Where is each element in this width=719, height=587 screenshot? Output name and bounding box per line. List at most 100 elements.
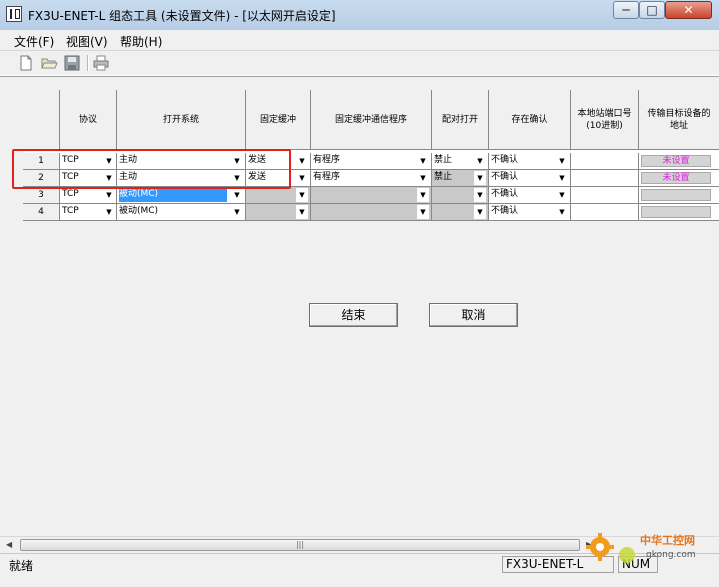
dest-address-button[interactable]: 未设置 bbox=[641, 155, 711, 167]
dropdown-arrow-icon[interactable]: ▼ bbox=[556, 205, 568, 219]
table-row: 4 TCP ▼ 被动(MC) ▼ ▼ ▼ ▼ 不确认 ▼ bbox=[23, 204, 719, 221]
menu-file[interactable]: 文件(F) bbox=[14, 33, 54, 50]
dropdown-arrow-icon[interactable]: ▼ bbox=[474, 171, 486, 185]
dest-address-cell bbox=[639, 204, 719, 221]
local-port-input[interactable] bbox=[571, 204, 639, 221]
fixed-buffer-comm-select[interactable]: ▼ bbox=[311, 204, 432, 221]
header-fixed-buffer-comm: 固定缓冲通信程序 bbox=[311, 90, 432, 150]
watermark-name: 中华工控网 bbox=[640, 533, 695, 547]
dest-address-button[interactable] bbox=[641, 206, 711, 218]
close-button[interactable]: ✕ bbox=[665, 1, 712, 19]
row-number: 4 bbox=[23, 204, 60, 221]
existence-confirm-value: 不确认 bbox=[491, 206, 519, 216]
existence-confirm-select[interactable]: 不确认 ▼ bbox=[489, 170, 571, 187]
new-file-icon[interactable] bbox=[17, 54, 35, 72]
dropdown-arrow-icon[interactable]: ▼ bbox=[556, 188, 568, 202]
header-protocol: 协议 bbox=[60, 90, 117, 150]
protocol-select[interactable]: TCP ▼ bbox=[60, 187, 117, 204]
dropdown-arrow-icon[interactable]: ▼ bbox=[556, 171, 568, 185]
dropdown-arrow-icon[interactable]: ▼ bbox=[417, 171, 429, 185]
maximize-button[interactable]: □ bbox=[639, 1, 665, 19]
fixed-buffer-comm-select[interactable]: 有程序 ▼ bbox=[311, 170, 432, 187]
existence-confirm-value: 不确认 bbox=[491, 172, 519, 182]
protocol-value: TCP bbox=[62, 206, 79, 216]
pair-open-select[interactable]: 禁止 ▼ bbox=[432, 170, 489, 187]
header-local-port-line2: (10进制) bbox=[586, 120, 623, 131]
toolbar bbox=[0, 51, 719, 75]
pair-open-select[interactable]: ▼ bbox=[432, 187, 489, 204]
header-dest-address: 传输目标设备的 地址 bbox=[639, 90, 719, 150]
fixed-buffer-comm-value: 有程序 bbox=[313, 155, 341, 165]
dropdown-arrow-icon[interactable]: ▼ bbox=[103, 205, 115, 219]
existence-confirm-select[interactable]: 不确认 ▼ bbox=[489, 153, 571, 170]
dropdown-arrow-icon[interactable]: ▼ bbox=[474, 154, 486, 168]
dropdown-arrow-icon[interactable]: ▼ bbox=[296, 188, 308, 202]
local-port-input[interactable] bbox=[571, 187, 639, 204]
row-number: 3 bbox=[23, 187, 60, 204]
end-button[interactable]: 结束 bbox=[309, 303, 398, 327]
protocol-select[interactable]: TCP ▼ bbox=[60, 204, 117, 221]
menu-help[interactable]: 帮助(H) bbox=[120, 33, 162, 50]
dest-address-cell: 未设置 bbox=[639, 170, 719, 187]
existence-confirm-select[interactable]: 不确认 ▼ bbox=[489, 187, 571, 204]
toolbar-separator bbox=[87, 55, 89, 71]
print-icon[interactable] bbox=[92, 54, 110, 72]
watermark-site: gkong.com bbox=[646, 550, 696, 560]
highlight-box bbox=[12, 149, 291, 189]
open-system-value: 被动(MC) bbox=[119, 206, 159, 216]
pair-open-select[interactable]: ▼ bbox=[432, 204, 489, 221]
header-dest-address-line1: 传输目标设备的 bbox=[647, 108, 711, 119]
dropdown-arrow-icon[interactable]: ▼ bbox=[474, 188, 486, 202]
scroll-thumb[interactable]: ||| bbox=[20, 539, 580, 551]
dropdown-arrow-icon[interactable]: ▼ bbox=[474, 205, 486, 219]
dest-address-cell: 未设置 bbox=[639, 153, 719, 170]
fixed-buffer-select[interactable]: ▼ bbox=[246, 187, 311, 204]
menu-view[interactable]: 视图(V) bbox=[66, 33, 108, 50]
pair-open-value: 禁止 bbox=[434, 172, 453, 182]
open-system-value: 被动(MC) bbox=[119, 187, 227, 202]
scroll-left-icon[interactable]: ◀ bbox=[6, 540, 12, 549]
title-bar: FX3U-ENET-L 组态工具 (未设置文件) - [以太网开启设定] ─ □… bbox=[0, 0, 719, 31]
dropdown-arrow-icon[interactable]: ▼ bbox=[417, 154, 429, 168]
dropdown-arrow-icon[interactable]: ▼ bbox=[231, 188, 243, 202]
watermark-logo: 中华工控网 gkong.com bbox=[586, 533, 696, 563]
open-folder-icon[interactable] bbox=[40, 54, 58, 72]
existence-confirm-value: 不确认 bbox=[491, 155, 519, 165]
header-open-system: 打开系统 bbox=[117, 90, 246, 150]
dest-address-button[interactable] bbox=[641, 189, 711, 201]
dropdown-arrow-icon[interactable]: ▼ bbox=[296, 171, 308, 185]
fixed-buffer-comm-select[interactable]: ▼ bbox=[311, 187, 432, 204]
existence-confirm-value: 不确认 bbox=[491, 189, 519, 199]
window-title: FX3U-ENET-L 组态工具 (未设置文件) - [以太网开启设定] bbox=[28, 9, 336, 23]
dest-address-cell bbox=[639, 187, 719, 204]
menu-bar: 文件(F) 视图(V) 帮助(H) bbox=[0, 30, 719, 51]
open-system-select[interactable]: 被动(MC) ▼ bbox=[117, 204, 246, 221]
header-fixed-buffer: 固定缓冲 bbox=[246, 90, 311, 150]
content-area: 协议 打开系统 固定缓冲 固定缓冲通信程序 配对打开 存在确认 本地站端口号 (… bbox=[0, 76, 719, 536]
local-port-input[interactable] bbox=[571, 153, 639, 170]
fixed-buffer-select[interactable]: ▼ bbox=[246, 204, 311, 221]
local-port-input[interactable] bbox=[571, 170, 639, 187]
open-system-select[interactable]: 被动(MC) ▼ bbox=[117, 187, 246, 204]
save-disk-icon[interactable] bbox=[63, 54, 81, 72]
existence-confirm-select[interactable]: 不确认 ▼ bbox=[489, 204, 571, 221]
header-local-port: 本地站端口号 (10进制) bbox=[571, 90, 639, 150]
dest-address-button[interactable]: 未设置 bbox=[641, 172, 711, 184]
header-local-port-line1: 本地站端口号 bbox=[577, 108, 632, 119]
minimize-button[interactable]: ─ bbox=[613, 1, 639, 19]
header-existence-confirm: 存在确认 bbox=[489, 90, 571, 150]
dropdown-arrow-icon[interactable]: ▼ bbox=[296, 205, 308, 219]
dropdown-arrow-icon[interactable]: ▼ bbox=[296, 154, 308, 168]
table-row: 3 TCP ▼ 被动(MC) ▼ ▼ ▼ ▼ 不确认 ▼ bbox=[23, 187, 719, 204]
header-dest-address-line2: 地址 bbox=[669, 120, 688, 131]
cancel-button[interactable]: 取消 bbox=[429, 303, 518, 327]
dropdown-arrow-icon[interactable]: ▼ bbox=[556, 154, 568, 168]
pair-open-select[interactable]: 禁止 ▼ bbox=[432, 153, 489, 170]
dropdown-arrow-icon[interactable]: ▼ bbox=[417, 205, 429, 219]
dropdown-arrow-icon[interactable]: ▼ bbox=[231, 205, 243, 219]
header-corner bbox=[23, 90, 60, 150]
fixed-buffer-comm-select[interactable]: 有程序 ▼ bbox=[311, 153, 432, 170]
dropdown-arrow-icon[interactable]: ▼ bbox=[103, 188, 115, 202]
dropdown-arrow-icon[interactable]: ▼ bbox=[417, 188, 429, 202]
header-pair-open: 配对打开 bbox=[432, 90, 489, 150]
